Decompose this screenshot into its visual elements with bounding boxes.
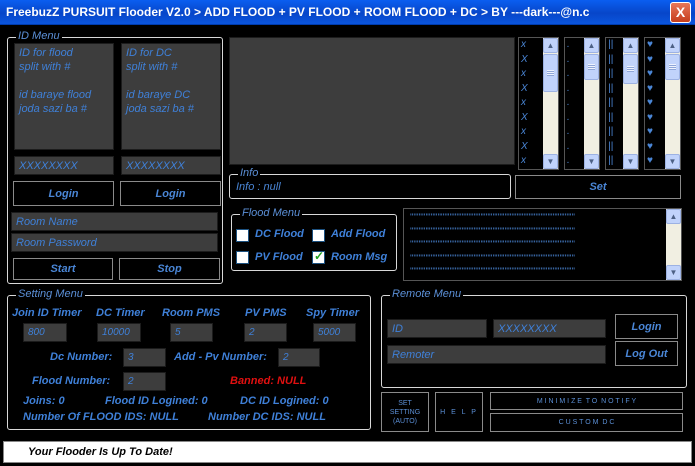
scroll-down-icon[interactable]: ▼ bbox=[666, 265, 681, 280]
flood-id-logined: Flood ID Logined: 0 bbox=[105, 395, 208, 407]
spy-timer-input[interactable]: 5000 bbox=[313, 323, 356, 342]
message-items: ''''''''''''''''''''''''''''''''''''''''… bbox=[404, 209, 666, 279]
scroll-down-icon[interactable]: ▼ bbox=[543, 154, 558, 169]
add-pv-number-label: Add - Pv Number: bbox=[174, 351, 267, 363]
pv-flood-checkbox[interactable] bbox=[236, 251, 249, 264]
remote-id-input[interactable]: ID bbox=[387, 319, 487, 338]
listbox-2[interactable]: .........Fr ▲ ▼ bbox=[564, 37, 600, 170]
join-id-timer-input[interactable]: 800 bbox=[23, 323, 67, 342]
set-button[interactable]: Set bbox=[515, 175, 681, 199]
scroll-down-icon[interactable]: ▼ bbox=[665, 154, 680, 169]
listbox-4-scrollbar[interactable]: ▲ ▼ bbox=[665, 38, 680, 169]
message-listbox[interactable]: ''''''''''''''''''''''''''''''''''''''''… bbox=[403, 208, 682, 281]
room-pms-label: Room PMS bbox=[162, 307, 221, 319]
info-legend: Info bbox=[238, 167, 261, 179]
custom-dc-button[interactable]: C U S T O M D C bbox=[490, 413, 683, 432]
info-group: Info Info : null bbox=[229, 167, 511, 199]
dc-flood-checkbox[interactable] bbox=[236, 229, 249, 242]
message-item[interactable]: ''''''''''''''''''''''''''''''''''''''''… bbox=[404, 252, 666, 266]
close-button[interactable]: X bbox=[670, 2, 691, 23]
scroll-thumb[interactable] bbox=[623, 54, 638, 84]
main-window: ID Menu ID for flood split with # id bar… bbox=[0, 25, 695, 441]
message-scrollbar[interactable]: ▲ ▼ bbox=[666, 209, 681, 280]
minimize-to-notify-button[interactable]: M I N I M I Z E T O N O T I F Y bbox=[490, 392, 683, 410]
flood-number-input[interactable]: 2 bbox=[123, 372, 166, 391]
add-flood-checkbox[interactable] bbox=[312, 229, 325, 242]
flood-password-input[interactable]: XXXXXXXX bbox=[14, 156, 114, 175]
room-name-input[interactable]: Room Name bbox=[11, 212, 218, 231]
dc-number-label: Dc Number: bbox=[50, 351, 113, 363]
set-setting-auto-button[interactable]: SET SETTING (AUTO) bbox=[381, 392, 429, 432]
flood-menu-legend: Flood Menu bbox=[240, 207, 303, 219]
stop-button[interactable]: Stop bbox=[119, 258, 220, 280]
message-item[interactable]: ''''''''''''''''''''''''''''''''''''''''… bbox=[404, 238, 666, 252]
listbox-3-scrollbar[interactable]: ▲ ▼ bbox=[623, 38, 638, 169]
room-pms-input[interactable]: 5 bbox=[170, 323, 213, 342]
scroll-up-icon[interactable]: ▲ bbox=[584, 38, 599, 53]
dc-timer-label: DC Timer bbox=[96, 307, 145, 319]
spy-timer-label: Spy Timer bbox=[306, 307, 359, 319]
num-dc-ids: Number DC IDS: NULL bbox=[208, 411, 326, 423]
flood-number-label: Flood Number: bbox=[32, 375, 111, 387]
dc-id-logined: DC ID Logined: 0 bbox=[240, 395, 329, 407]
pv-flood-label: PV Flood bbox=[255, 251, 303, 263]
remoter-input[interactable]: Remoter bbox=[387, 345, 606, 364]
room-msg-label: Room Msg bbox=[331, 251, 388, 263]
join-id-timer-label: Join ID Timer bbox=[12, 307, 82, 319]
window-title: FreebuzZ PURSUIT Flooder V2.0 > ADD FLOO… bbox=[6, 5, 590, 19]
scroll-up-icon[interactable]: ▲ bbox=[623, 38, 638, 53]
pv-pms-label: PV PMS bbox=[245, 307, 287, 319]
dc-flood-label: DC Flood bbox=[255, 228, 304, 240]
dc-id-textarea[interactable]: ID for DC split with # id baraye DC joda… bbox=[121, 43, 221, 150]
setting-menu-legend: Setting Menu bbox=[16, 288, 85, 300]
listbox-4[interactable]: ♥♥♥♥♥♥♥♥♥Fr ▲ ▼ bbox=[644, 37, 681, 170]
banned-status: Banned: NULL bbox=[230, 375, 307, 387]
scroll-up-icon[interactable]: ▲ bbox=[543, 38, 558, 53]
scroll-thumb[interactable] bbox=[665, 54, 680, 80]
remote-login-button[interactable]: Login bbox=[615, 314, 678, 339]
dc-login-button[interactable]: Login bbox=[120, 181, 221, 206]
output-panel bbox=[229, 37, 515, 165]
dc-timer-input[interactable]: 10000 bbox=[97, 323, 141, 342]
room-msg-checkbox[interactable] bbox=[312, 249, 325, 264]
pv-pms-input[interactable]: 2 bbox=[244, 323, 287, 342]
message-item[interactable]: ''''''''''''''''''''''''''''''''''''''''… bbox=[404, 265, 666, 279]
status-text: Your Flooder Is Up To Date! bbox=[28, 446, 173, 458]
scroll-thumb[interactable] bbox=[543, 54, 558, 92]
listbox-3[interactable]: || || || || || || || || || ▲ ▼ bbox=[605, 37, 639, 170]
flood-login-button[interactable]: Login bbox=[13, 181, 114, 206]
num-flood-ids: Number Of FLOOD IDS: NULL bbox=[23, 411, 179, 423]
start-button[interactable]: Start bbox=[13, 258, 113, 280]
dc-password-input[interactable]: XXXXXXXX bbox=[121, 156, 221, 175]
remote-password-input[interactable]: XXXXXXXX bbox=[493, 319, 606, 338]
scroll-down-icon[interactable]: ▼ bbox=[623, 154, 638, 169]
listbox-1-scrollbar[interactable]: ▲ ▼ bbox=[543, 38, 558, 169]
scroll-thumb[interactable] bbox=[584, 54, 599, 80]
add-pv-number-input[interactable]: 2 bbox=[278, 348, 320, 367]
dc-number-input[interactable]: 3 bbox=[123, 348, 166, 367]
status-bar: Your Flooder Is Up To Date! bbox=[3, 441, 692, 463]
help-button[interactable]: H E L P bbox=[435, 392, 483, 432]
flood-id-textarea[interactable]: ID for flood split with # id baraye floo… bbox=[14, 43, 114, 150]
add-flood-label: Add Flood bbox=[331, 228, 386, 240]
room-password-input[interactable]: Room Password bbox=[11, 233, 218, 252]
remote-logout-button[interactable]: Log Out bbox=[615, 341, 678, 366]
joins-count: Joins: 0 bbox=[23, 395, 65, 407]
listbox-2-scrollbar[interactable]: ▲ ▼ bbox=[584, 38, 599, 169]
id-menu-legend: ID Menu bbox=[16, 30, 62, 42]
message-item[interactable]: ''''''''''''''''''''''''''''''''''''''''… bbox=[404, 225, 666, 239]
title-bar[interactable]: FreebuzZ PURSUIT Flooder V2.0 > ADD FLOO… bbox=[0, 0, 695, 25]
scroll-up-icon[interactable]: ▲ bbox=[666, 209, 681, 224]
listbox-1[interactable]: xXxXxXxXxXx ▲ ▼ bbox=[518, 37, 559, 170]
message-item[interactable]: ''''''''''''''''''''''''''''''''''''''''… bbox=[404, 211, 666, 225]
scroll-up-icon[interactable]: ▲ bbox=[665, 38, 680, 53]
scroll-down-icon[interactable]: ▼ bbox=[584, 154, 599, 169]
info-text: Info : null bbox=[236, 181, 281, 193]
remote-menu-legend: Remote Menu bbox=[390, 288, 464, 300]
